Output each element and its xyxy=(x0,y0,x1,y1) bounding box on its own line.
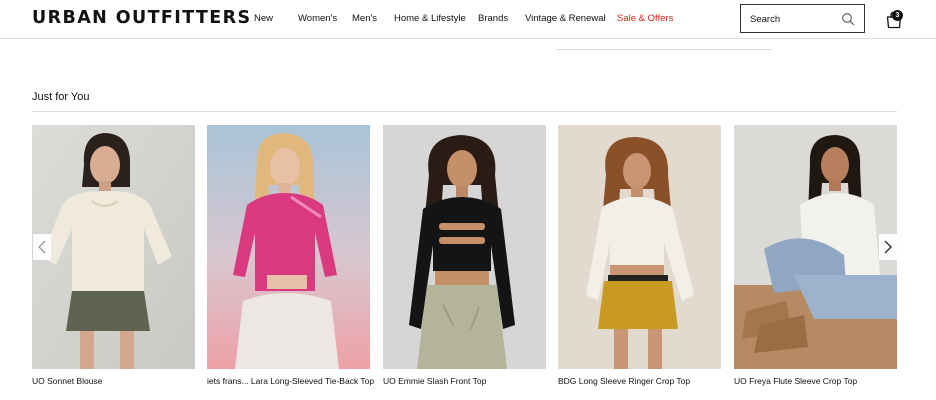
product-name[interactable]: UO Sonnet Blouse xyxy=(32,376,207,386)
product-name[interactable]: BDG Long Sleeve Ringer Crop Top xyxy=(558,376,733,386)
product-image[interactable] xyxy=(32,125,195,369)
nav-item-sale-offers[interactable]: Sale & Offers xyxy=(617,13,677,24)
chevron-left-icon xyxy=(38,240,46,254)
carousel-next-button[interactable] xyxy=(879,234,897,260)
chevron-right-icon xyxy=(884,240,892,254)
nav-item-brands[interactable]: Brands xyxy=(478,13,525,24)
product-name[interactable]: UO Freya Flute Sleeve Crop Top xyxy=(734,376,909,386)
nav-item-new[interactable]: New xyxy=(254,13,298,24)
bag-count-badge: 3 xyxy=(892,10,903,21)
search-input[interactable] xyxy=(750,11,838,27)
brand-logo[interactable]: URBAN OUTFITTERS xyxy=(32,8,252,28)
product-image[interactable] xyxy=(734,125,897,369)
nav-item-home-lifestyle[interactable]: Home & Lifestyle xyxy=(394,13,478,24)
nav-item-vintage-renewal[interactable]: Vintage & Renewal xyxy=(525,13,617,24)
product-image[interactable] xyxy=(383,125,546,369)
product-image[interactable] xyxy=(207,125,370,369)
section-title: Just for You xyxy=(32,91,90,103)
section-divider xyxy=(32,111,897,112)
nav-item-womens[interactable]: Women's xyxy=(298,13,352,24)
nav-item-mens[interactable]: Men's xyxy=(352,13,394,24)
main-nav: New Women's Men's Home & Lifestyle Brand… xyxy=(254,13,677,24)
product-name[interactable]: UO Emmie Slash Front Top xyxy=(383,376,558,386)
product-name[interactable]: iets frans... Lara Long-Sleeved Tie-Back… xyxy=(207,376,382,386)
product-image[interactable] xyxy=(558,125,721,369)
search-box xyxy=(740,4,865,33)
divider xyxy=(556,49,772,50)
site-header: URBAN OUTFITTERS New Women's Men's Home … xyxy=(0,0,936,39)
search-icon[interactable] xyxy=(841,12,855,26)
carousel-prev-button[interactable] xyxy=(33,234,51,260)
